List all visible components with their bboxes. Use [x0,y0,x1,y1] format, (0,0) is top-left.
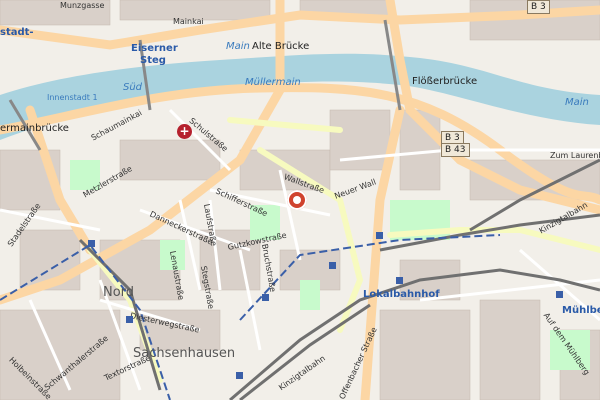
label-innenstadt: Innenstadt 1 [47,93,98,102]
location-marker-icon[interactable] [287,190,307,210]
label-main-right: Main [565,97,589,108]
road-shield-b3-top: B 3 [527,0,550,14]
label-muellermain: Müllermain [245,77,301,88]
bus-stop-icon[interactable] [376,232,383,239]
label-alte-bruecke: Alte Brücke [252,41,310,52]
label-munzgasse: Munzgasse [60,1,105,10]
station-icon[interactable] [556,291,563,298]
label-floesserbruecke: Flößerbrücke [412,76,478,87]
label-lokalbahnhof: Lokalbahnhof [363,289,440,300]
label-main-top: Main [226,41,250,52]
bus-stop-icon[interactable] [126,316,133,323]
bus-stop-icon[interactable] [88,240,95,247]
station-icon[interactable] [396,277,403,284]
road-shield-b43: B 43 [441,143,470,157]
label-nord: Nord [103,285,135,300]
label-eiserner: Eiserner [131,43,178,54]
label-steg: Steg [140,55,166,66]
bus-stop-icon[interactable] [329,262,336,269]
label-zum-laurenburg: Zum Laurenb [550,151,600,160]
label-untermainbruecke: ermainbrücke [0,123,69,134]
label-stadt: stadt- [0,27,34,38]
bus-stop-icon[interactable] [262,294,269,301]
label-sued: Süd [123,82,143,93]
hospital-icon[interactable]: + [177,124,192,139]
label-mainkai: Mainkai [173,17,204,26]
label-muehlberg: Mühlbe [562,305,600,316]
map-canvas[interactable]: B 3 B 3 B 43 Munzgasse Mainkai Eiserner … [0,0,600,400]
label-sachsenhausen: Sachsenhausen [133,346,236,361]
bus-stop-icon[interactable] [236,372,243,379]
